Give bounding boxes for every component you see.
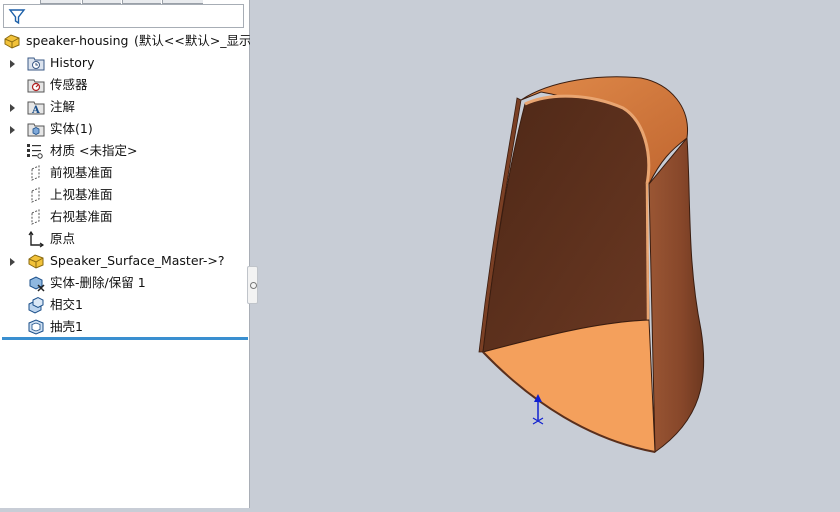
solid-bodies-icon — [27, 123, 45, 137]
expand-arrow-icon[interactable] — [10, 104, 15, 112]
plane-icon — [31, 165, 40, 181]
part-configuration: (默认<<默认>_显示状 — [134, 33, 250, 48]
tree-item-shell[interactable]: 抽壳1 — [0, 316, 250, 338]
tree-item-label: Speaker_Surface_Master->? — [50, 253, 225, 268]
expand-arrow-icon[interactable] — [10, 258, 15, 266]
origin-icon — [28, 230, 45, 248]
rollback-bar[interactable] — [2, 337, 248, 340]
tree-item-solid-bodies[interactable]: 实体(1) — [0, 118, 250, 140]
part-icon — [4, 34, 20, 49]
tree-item-front-plane[interactable]: 前视基准面 — [0, 162, 250, 184]
tree-item-surface-master[interactable]: Speaker_Surface_Master->? — [0, 250, 250, 272]
tree-filter-input[interactable] — [3, 4, 244, 28]
tree-item-label: History — [50, 55, 95, 70]
feature-tree: speaker-housing (默认<<默认>_显示状 History 传感器 — [0, 30, 250, 338]
expand-arrow-icon[interactable] — [10, 126, 15, 134]
filter-icon[interactable] — [8, 8, 26, 26]
feature-manager-panel: speaker-housing (默认<<默认>_显示状 History 传感器 — [0, 0, 250, 508]
tree-item-sensors[interactable]: 传感器 — [0, 74, 250, 96]
tree-item-label: 传感器 — [50, 77, 88, 92]
tree-item-label: 实体-删除/保留 1 — [50, 275, 146, 290]
graphics-viewport[interactable] — [251, 0, 840, 508]
tree-item-label: 右视基准面 — [50, 209, 113, 224]
tree-item-material[interactable]: 材质 <未指定> — [0, 140, 250, 162]
shell-icon — [28, 319, 44, 335]
intersect-icon — [28, 296, 44, 314]
plane-icon — [31, 187, 40, 203]
tree-item-label: 前视基准面 — [50, 165, 113, 180]
speaker-housing-model[interactable] — [251, 0, 840, 508]
part-reference-icon — [28, 254, 44, 269]
tree-item-label: 实体(1) — [50, 121, 93, 136]
tree-item-history[interactable]: History — [0, 52, 250, 74]
tree-item-label: 原点 — [50, 231, 76, 246]
tree-item-origin[interactable]: 原点 — [0, 228, 250, 250]
tree-root[interactable]: speaker-housing (默认<<默认>_显示状 — [0, 30, 250, 52]
tree-item-label: 注解 — [50, 99, 76, 114]
expand-arrow-icon[interactable] — [10, 60, 15, 68]
tree-item-annotations[interactable]: A 注解 — [0, 96, 250, 118]
sensor-icon — [27, 79, 45, 93]
tree-item-label: 抽壳1 — [50, 319, 83, 334]
tree-item-label: 材质 <未指定> — [50, 143, 138, 158]
tree-item-top-plane[interactable]: 上视基准面 — [0, 184, 250, 206]
tree-item-intersect[interactable]: 相交1 — [0, 294, 250, 316]
material-icon — [27, 144, 43, 159]
body-delete-icon — [29, 276, 45, 292]
tree-item-right-plane[interactable]: 右视基准面 — [0, 206, 250, 228]
plane-icon — [31, 209, 40, 225]
svg-text:A: A — [31, 105, 40, 116]
history-folder-icon — [27, 57, 45, 71]
annotation-icon: A — [27, 101, 45, 116]
tree-item-body-delete[interactable]: 实体-删除/保留 1 — [0, 272, 250, 294]
tree-item-label: 上视基准面 — [50, 187, 113, 202]
part-name: speaker-housing — [26, 33, 129, 48]
tree-item-label: 相交1 — [50, 297, 83, 312]
